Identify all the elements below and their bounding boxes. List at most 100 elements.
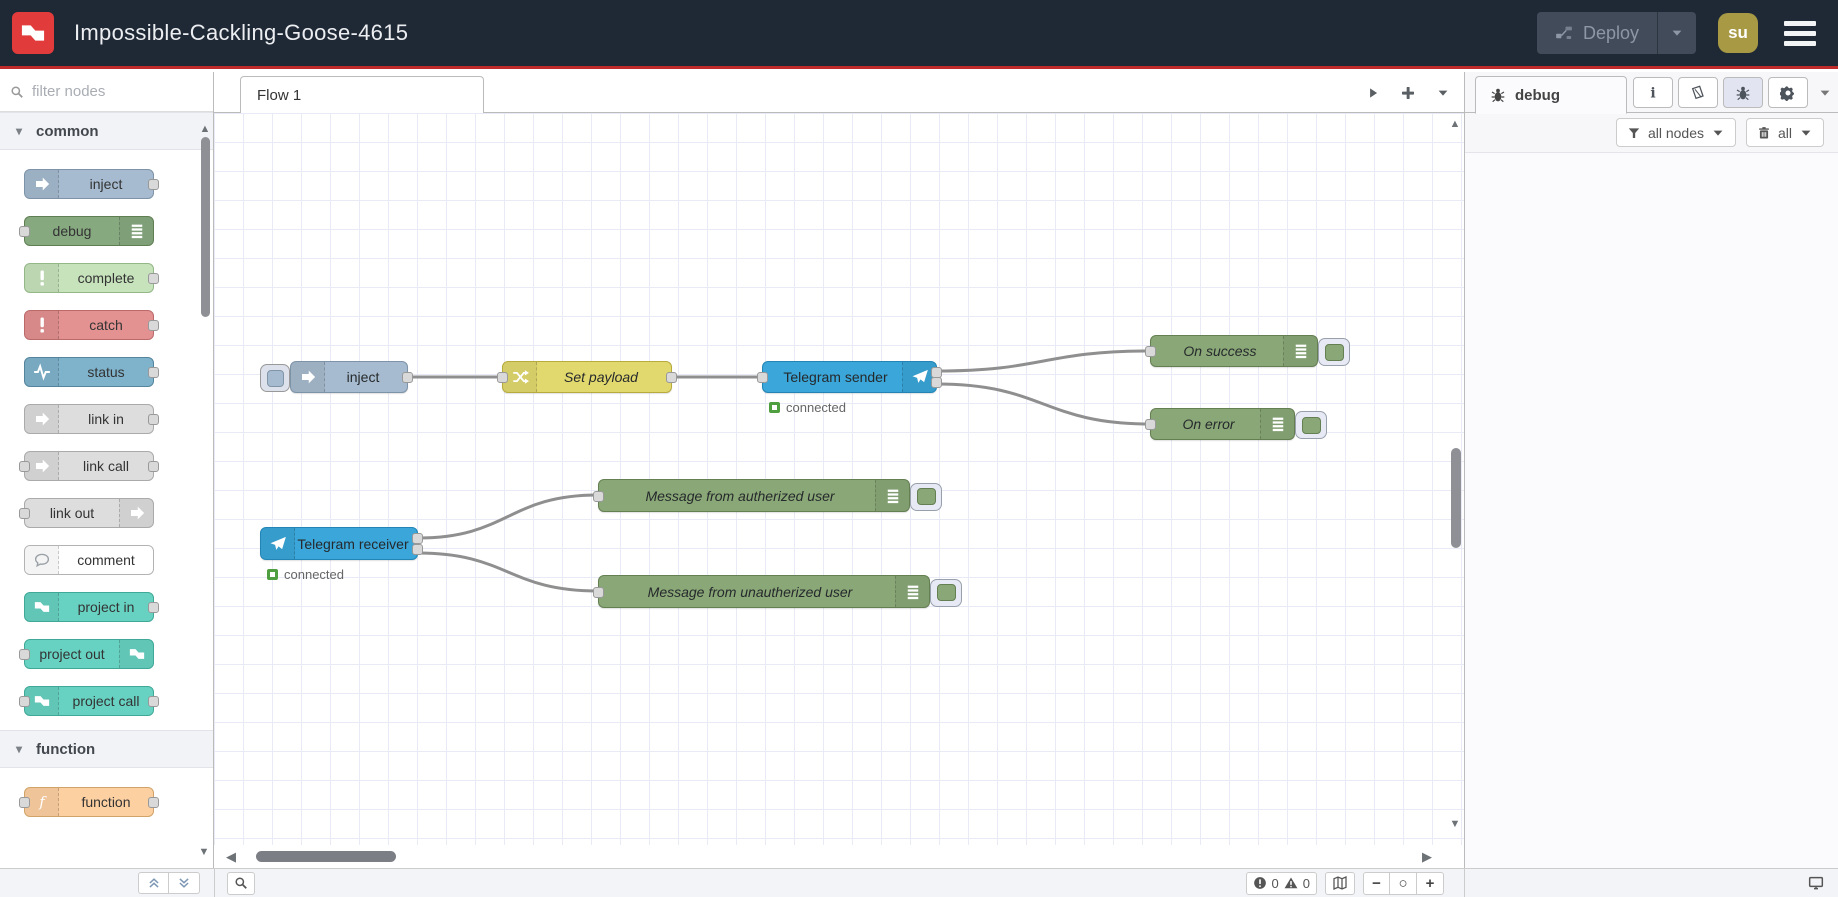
user-avatar[interactable]: su — [1718, 13, 1758, 53]
palette-node-link-call[interactable]: link call — [19, 450, 159, 481]
svg-text:f: f — [38, 794, 47, 810]
canvas-scroll-left-icon[interactable]: ◀ — [226, 849, 236, 865]
palette-scrollbar[interactable]: ▲ — [199, 124, 211, 320]
input-port[interactable] — [1145, 419, 1156, 430]
palette-sections: ▾ common inject debug complete catch status lin… — [0, 112, 213, 831]
palette-node-project-call[interactable]: project call — [19, 685, 159, 716]
double-chevron-down-icon — [177, 876, 191, 890]
palette-node-project-in[interactable]: project in — [24, 591, 159, 622]
canvas-vscroll-thumb[interactable] — [1451, 448, 1461, 548]
flow-canvas[interactable]: inject Set payload Telegram sender connecte… — [214, 113, 1464, 845]
palette-node-link-out[interactable]: link out — [19, 497, 154, 528]
palette-filter-input[interactable] — [32, 83, 182, 100]
flow-list-dropdown[interactable] — [1436, 86, 1450, 100]
input-port[interactable] — [757, 372, 768, 383]
deploy-dropdown-button[interactable] — [1658, 26, 1696, 40]
input-port[interactable] — [593, 490, 604, 502]
palette-node-label: debug — [52, 222, 92, 239]
arrow-right-icon — [291, 362, 325, 392]
debug-enable-toggle[interactable] — [1318, 338, 1350, 366]
wire[interactable] — [936, 382, 1151, 426]
palette-scrollbar-thumb[interactable] — [200, 137, 210, 317]
output-port[interactable] — [666, 372, 677, 383]
palette-node-comment[interactable]: comment — [24, 544, 154, 575]
sidebar-help-button[interactable] — [1678, 77, 1718, 108]
palette-node-function[interactable]: f function — [19, 786, 159, 817]
zoom-out-button[interactable]: − — [1363, 871, 1390, 895]
zoom-reset-button[interactable]: ○ — [1390, 871, 1417, 895]
canvas-hscroll-thumb[interactable] — [256, 851, 396, 862]
expand-all-button[interactable] — [169, 872, 200, 894]
canvas-vscrollbar[interactable]: ▲ ▼ — [1448, 113, 1462, 845]
inject-trigger-button[interactable] — [260, 364, 290, 392]
scroll-down-icon[interactable]: ▼ — [198, 847, 210, 858]
flow-node-label: On error — [1182, 416, 1235, 432]
main-menu-button[interactable] — [1780, 17, 1820, 50]
palette-section-common[interactable]: ▾ common — [0, 112, 213, 150]
flow-node-success[interactable]: On success — [1145, 335, 1350, 367]
debug-enable-inner — [1324, 343, 1344, 361]
collapse-all-button[interactable] — [138, 872, 169, 894]
notification-counts[interactable]: 0 0 — [1245, 871, 1317, 895]
list-icon — [1283, 336, 1317, 366]
wire[interactable] — [417, 493, 599, 540]
sidebar-tabs-dropdown[interactable] — [1818, 86, 1832, 100]
canvas-scroll-down-icon[interactable]: ▼ — [1448, 819, 1462, 830]
next-flow-icon[interactable] — [1366, 86, 1380, 100]
output-port[interactable] — [402, 372, 413, 383]
debug-enable-toggle[interactable] — [910, 482, 942, 511]
palette-section-function[interactable]: ▾ function — [0, 730, 213, 768]
debug-enable-toggle[interactable] — [1295, 411, 1327, 439]
canvas-search-button[interactable] — [227, 871, 255, 895]
tab-debug[interactable]: debug — [1475, 76, 1627, 114]
input-port[interactable] — [1145, 346, 1156, 357]
flow-node-msgauth[interactable]: Message from autherized user — [593, 479, 942, 512]
debug-clear-button[interactable]: all — [1745, 118, 1824, 147]
output-port[interactable] — [931, 377, 942, 389]
debug-filter-button[interactable]: all nodes — [1615, 118, 1736, 147]
open-debug-window-button[interactable] — [1808, 875, 1824, 891]
debug-enable-toggle[interactable] — [930, 578, 962, 607]
chevron-down-icon — [1818, 86, 1832, 100]
scroll-up-icon[interactable]: ▲ — [199, 124, 211, 135]
palette-node-status[interactable]: status — [24, 356, 159, 387]
flow-node-payload[interactable]: Set payload — [497, 361, 677, 393]
zoom-in-button[interactable]: + — [1417, 871, 1444, 895]
add-flow-button[interactable] — [1400, 85, 1416, 101]
monitor-icon — [1808, 875, 1824, 891]
flow-node-error[interactable]: On error — [1145, 408, 1327, 440]
tab-flow-1[interactable]: Flow 1 — [240, 76, 484, 113]
wire[interactable] — [936, 349, 1151, 373]
sidebar-debug-button[interactable] — [1723, 77, 1763, 108]
canvas-hscrollbar[interactable]: ◀ ▶ — [214, 845, 1464, 868]
output-port — [148, 413, 159, 425]
palette-node-project-out[interactable]: project out — [19, 638, 154, 669]
navigator-button[interactable] — [1325, 871, 1355, 895]
flow-node-receiver[interactable]: Telegram receiver connected — [260, 527, 423, 582]
output-port[interactable] — [412, 533, 423, 544]
palette-node-label: project in — [77, 598, 135, 615]
canvas-scroll-right-icon[interactable]: ▶ — [1422, 849, 1432, 865]
debug-messages-panel[interactable] — [1465, 153, 1838, 840]
palette-node-complete[interactable]: complete — [24, 262, 159, 293]
flow-node-label: Telegram receiver — [297, 535, 409, 552]
flow-node-inject[interactable]: inject — [260, 361, 413, 393]
palette-node-catch[interactable]: catch — [24, 309, 159, 340]
palette-search[interactable] — [0, 72, 213, 112]
flow-tab-label: Flow 1 — [257, 86, 302, 104]
palette-node-link-in[interactable]: link in — [24, 403, 159, 434]
output-port[interactable] — [931, 366, 942, 378]
sidebar-config-button[interactable] — [1768, 77, 1808, 108]
input-port[interactable] — [497, 372, 508, 383]
canvas-scroll-up-icon[interactable]: ▲ — [1448, 119, 1462, 130]
palette-node-debug[interactable]: debug — [19, 215, 154, 246]
list-icon — [119, 216, 153, 245]
input-port[interactable] — [593, 586, 604, 598]
sidebar-info-button[interactable]: i — [1633, 77, 1673, 108]
deploy-button[interactable]: Deploy — [1536, 12, 1696, 54]
palette-node-inject[interactable]: inject — [24, 168, 159, 199]
output-port[interactable] — [412, 544, 423, 555]
flow-node-sender[interactable]: Telegram sender connected — [757, 361, 942, 415]
wire[interactable] — [417, 551, 599, 593]
flow-node-msgunauth[interactable]: Message from unautherized user — [593, 575, 962, 608]
